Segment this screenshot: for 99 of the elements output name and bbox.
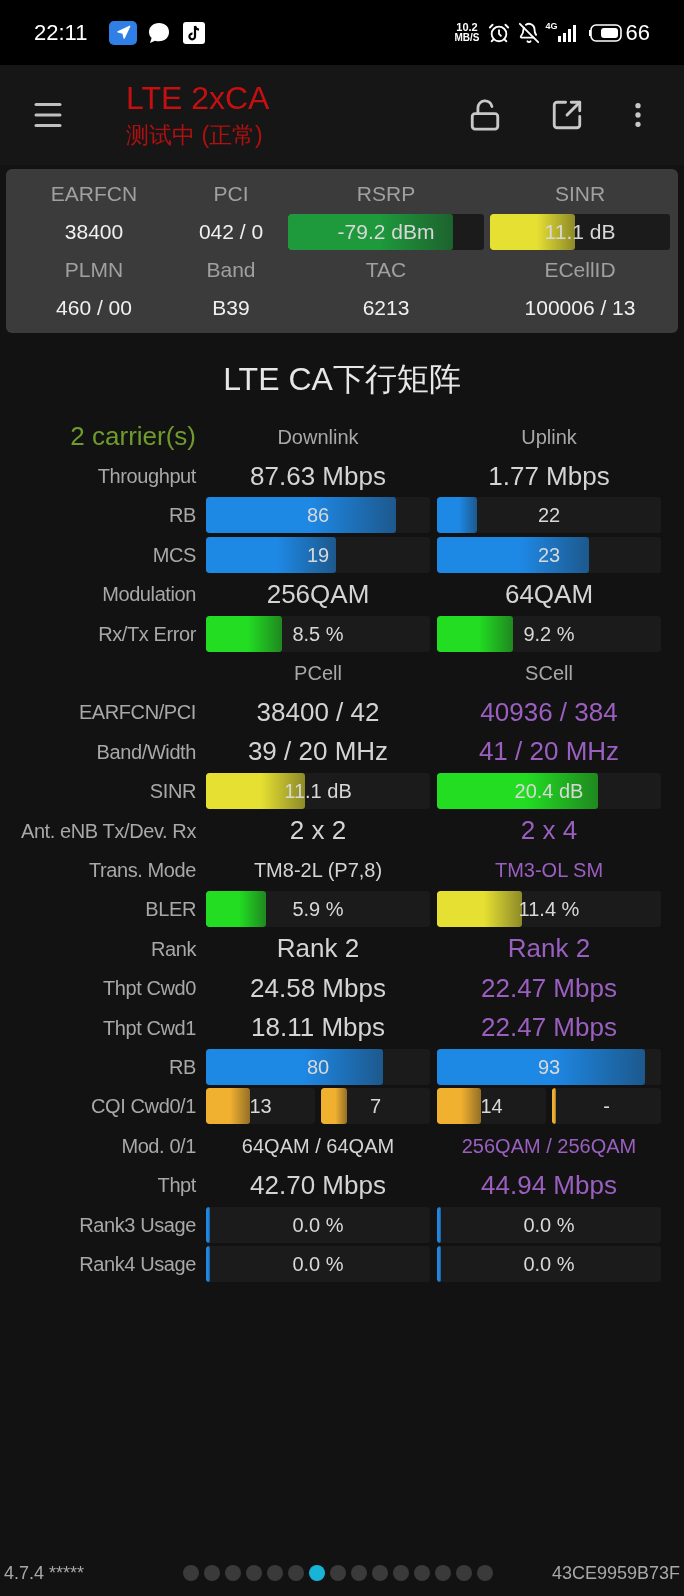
- field-label: RSRP: [356, 181, 416, 208]
- value-text: 40936 / 384: [480, 695, 618, 729]
- external-link-icon[interactable]: [550, 98, 584, 132]
- bar-value: 80: [306, 1054, 330, 1080]
- value-text: 2 x 2: [289, 814, 347, 848]
- bar-value: 93: [537, 1054, 561, 1080]
- navigation-icon: [109, 20, 138, 45]
- value-text: Rank 2: [507, 932, 591, 966]
- row-label: Throughput: [97, 464, 196, 490]
- value-text: 256QAM: [266, 577, 370, 611]
- value-text: TM3-OL SM: [494, 858, 604, 883]
- field-value: 100006 / 13: [524, 295, 636, 322]
- value-text: 41 / 20 MHz: [478, 735, 620, 769]
- row-label: BLER: [145, 897, 196, 923]
- row-label: 2 carrier(s): [70, 420, 196, 454]
- bar-value: 23: [537, 542, 561, 568]
- value-text: 1.77 Mbps: [488, 459, 610, 493]
- field-label: ECellID: [544, 257, 616, 284]
- unlock-icon[interactable]: [468, 98, 502, 132]
- network-type: 4G: [545, 20, 558, 33]
- row-label: Band/Width: [96, 739, 196, 765]
- app-title: LTE 2xCA: [126, 78, 270, 118]
- bar-value: 0.0 %: [292, 1251, 344, 1277]
- field-value: 460 / 00: [56, 295, 132, 322]
- alarm-icon: [487, 21, 510, 44]
- field-label: TAC: [365, 257, 407, 284]
- bar-value: 0.0 %: [523, 1212, 575, 1238]
- bar-value: 7: [369, 1094, 382, 1120]
- row-label: Ant. eNB Tx/Dev. Rx: [20, 818, 196, 844]
- bar-value: 14: [480, 1094, 503, 1120]
- row-label: Trans. Mode: [88, 858, 196, 883]
- speed-value: 10.2: [456, 22, 478, 33]
- bar-value: 5.9 %: [292, 897, 344, 923]
- bar-value: 20.4 dB: [514, 779, 584, 805]
- bar-value: -: [603, 1094, 610, 1120]
- value-text: 87.63 Mbps: [250, 459, 386, 493]
- row-label: RB: [169, 1054, 196, 1080]
- row-label: Modulation: [102, 582, 196, 608]
- field-value: 38400: [64, 219, 124, 246]
- value-text: 38400 / 42: [256, 695, 380, 729]
- section-title: LTE CA下行矩阵: [223, 360, 461, 399]
- bar-value: -79.2 dBm: [337, 219, 435, 246]
- field-value: B39: [212, 295, 250, 322]
- row-label: SINR: [149, 779, 196, 805]
- column-header: Uplink: [521, 424, 577, 450]
- row-label: Rank3 Usage: [79, 1212, 196, 1238]
- field-label: EARFCN: [50, 181, 138, 208]
- bar-value: 0.0 %: [523, 1251, 575, 1277]
- bar-value: 0.0 %: [292, 1212, 344, 1238]
- version-text: 4.7.4 *****: [4, 1561, 85, 1585]
- value-text: 44.94 Mbps: [481, 1168, 617, 1202]
- bar-value: 22: [537, 503, 561, 529]
- field-label: PLMN: [64, 257, 124, 284]
- value-text: 22.47 Mbps: [481, 1011, 617, 1045]
- field-label: SINR: [554, 181, 606, 208]
- chat-bubble-icon: [147, 21, 172, 44]
- value-text: 22.47 Mbps: [481, 971, 617, 1005]
- battery-level: 66: [625, 19, 650, 47]
- row-label: Mod. 0/1: [121, 1133, 196, 1159]
- field-value: 6213: [362, 295, 410, 322]
- value-text: 18.11 Mbps: [251, 1011, 385, 1045]
- music-note-icon: [183, 21, 206, 44]
- row-label: Rank: [150, 936, 196, 962]
- field-label: PCI: [213, 181, 249, 208]
- row-label: Thpt: [157, 1173, 196, 1199]
- row-label: Thpt Cwd0: [102, 976, 196, 1002]
- value-text: 64QAM: [504, 577, 594, 611]
- row-label: CQI Cwd0/1: [91, 1094, 196, 1120]
- clock-time: 22:11: [34, 19, 88, 47]
- value-text: 24.58 Mbps: [250, 971, 386, 1005]
- column-header: PCell: [294, 661, 342, 687]
- row-label: MCS: [152, 542, 196, 568]
- status-subtitle: 测试中 (正常): [126, 120, 264, 150]
- row-label: Rank4 Usage: [79, 1251, 196, 1277]
- bar-value: 9.2 %: [523, 621, 575, 647]
- row-label: EARFCN/PCI: [78, 700, 196, 726]
- bar-value: 86: [306, 503, 330, 529]
- signal-icon: [557, 23, 576, 42]
- speed-unit: MB/S: [454, 33, 480, 43]
- row-label: Thpt Cwd1: [102, 1015, 196, 1041]
- row-label: RB: [169, 503, 196, 529]
- bar-value: 13: [249, 1094, 272, 1120]
- value-text: 2 x 4: [520, 814, 578, 848]
- column-header: SCell: [525, 661, 573, 687]
- value-text: TM8-2L (P7,8): [253, 858, 383, 883]
- field-label: Band: [206, 257, 256, 284]
- value-text: 42.70 Mbps: [250, 1168, 386, 1202]
- bar-value: 19: [306, 542, 330, 568]
- bar-value: 8.5 %: [292, 621, 344, 647]
- battery-icon: [587, 23, 622, 42]
- value-text: 256QAM / 256QAM: [461, 1133, 637, 1159]
- device-id: 43CE9959B73F: [551, 1561, 680, 1585]
- value-text: 39 / 20 MHz: [247, 735, 389, 769]
- row-label: Rx/Tx Error: [98, 621, 196, 647]
- column-header: Downlink: [277, 424, 359, 450]
- field-value: 042 / 0: [198, 219, 264, 246]
- value-text: Rank 2: [276, 932, 360, 966]
- value-text: 64QAM / 64QAM: [241, 1133, 395, 1159]
- bell-off-icon: [517, 21, 540, 44]
